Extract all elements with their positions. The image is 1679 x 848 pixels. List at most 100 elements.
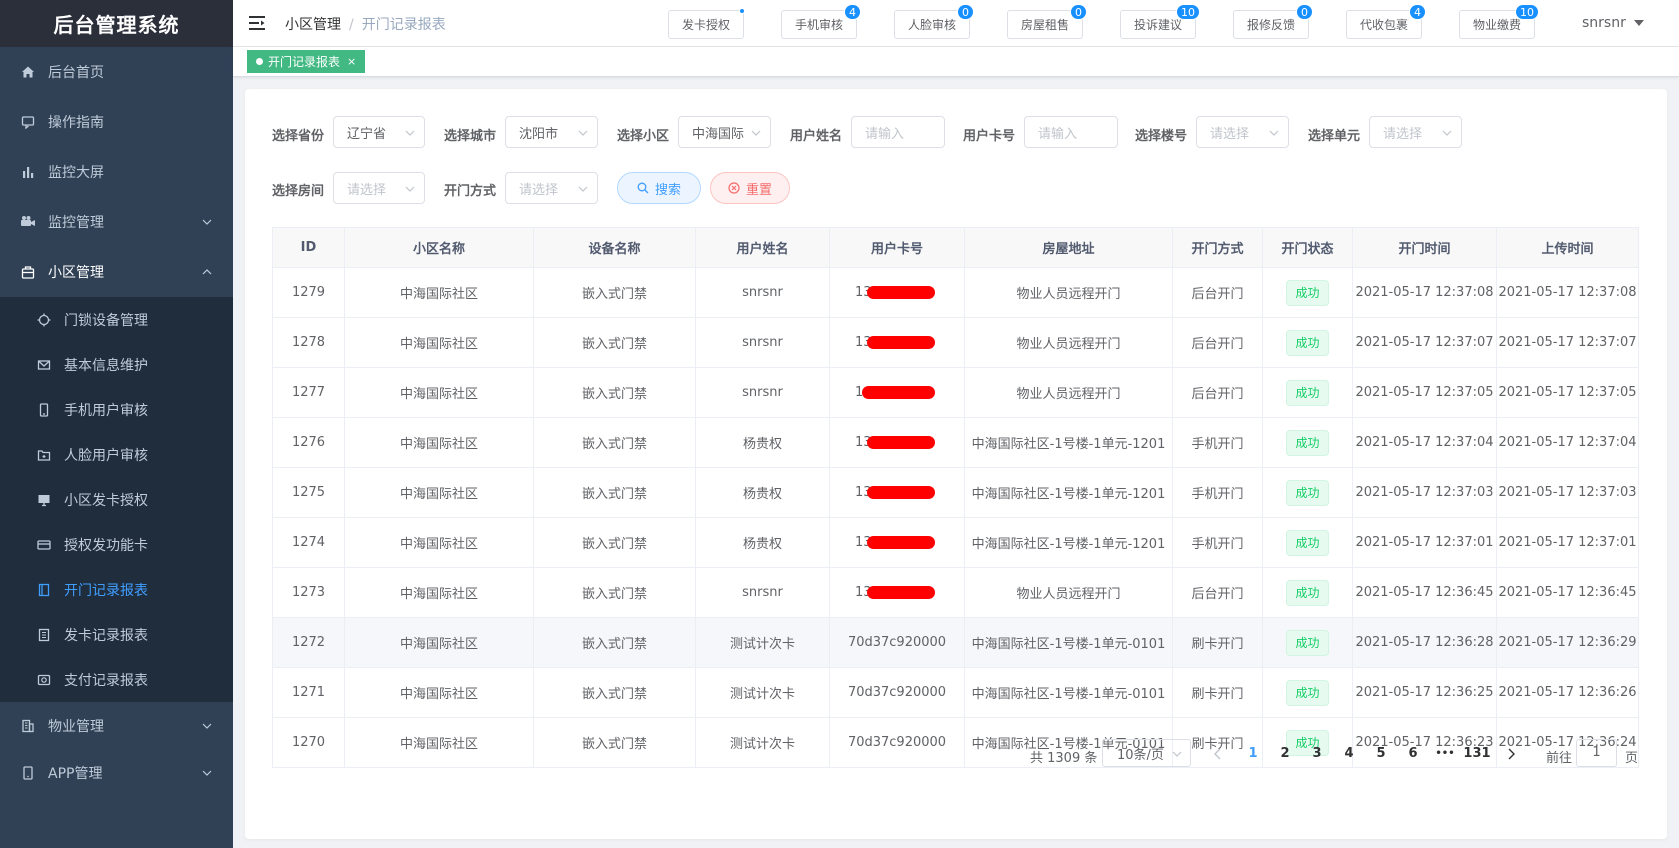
table-row[interactable]: 1276 中海国际社区 嵌入式门禁 杨贵权 13 中海国际社区-1号楼-1单元-… (272, 417, 1639, 468)
sidebar-subitem-function-card[interactable]: 授权发功能卡 (0, 522, 233, 567)
cell-address: 物业人员远程开门 (964, 567, 1173, 618)
more-pages-ellipsis[interactable]: ••• (1431, 748, 1459, 759)
property-fee-button[interactable]: 物业缴费 10 (1459, 4, 1539, 39)
page-number[interactable]: 6 (1399, 746, 1427, 761)
sidebar-subitem-basic-info[interactable]: 基本信息维护 (0, 342, 233, 387)
cell-card: 13 (829, 317, 965, 368)
column-header[interactable]: 开门时间 (1352, 227, 1497, 268)
page-number[interactable]: 3 (1303, 746, 1331, 761)
button-label: 代收包裹 (1359, 18, 1408, 32)
guide-icon (20, 114, 36, 130)
sidebar-subitem-label: 基本信息维护 (64, 357, 148, 374)
card-icon (36, 537, 52, 553)
repair-feedback-button[interactable]: 报修反馈 0 (1233, 4, 1313, 39)
cell-card: 70d37c920000 (829, 617, 965, 668)
user-menu[interactable]: snrsnr (1582, 15, 1644, 31)
sidebar-item-property[interactable]: 物业管理 (0, 702, 233, 749)
phone-review-button[interactable]: 手机审核 4 (781, 4, 861, 39)
card-number-input[interactable]: 请输入 (1024, 116, 1118, 148)
card-auth-button[interactable]: 发卡授权 (668, 8, 745, 39)
column-header[interactable]: 上传时间 (1496, 227, 1639, 268)
community-label: 选择小区 (617, 129, 670, 144)
page-size-select[interactable]: 10条/页 (1102, 739, 1191, 767)
sidebar-item-community[interactable]: 小区管理 (0, 247, 233, 297)
username-input[interactable]: 请输入 (851, 116, 945, 148)
sidebar-subitem-open-records[interactable]: 开门记录报表 (0, 567, 233, 612)
sidebar-subitem-label: 门锁设备管理 (64, 312, 148, 329)
column-header[interactable]: 用户姓名 (695, 227, 830, 268)
unit-select[interactable]: 请选择 (1369, 116, 1462, 148)
house-rental-button[interactable]: 房屋租售 0 (1007, 4, 1087, 39)
community-select[interactable]: 中海国际 (678, 116, 771, 148)
room-select[interactable]: 请选择 (333, 172, 425, 204)
sidebar-item-label: 后台首页 (48, 65, 104, 81)
table-row[interactable]: 1274 中海国际社区 嵌入式门禁 杨贵权 13 中海国际社区-1号楼-1单元-… (272, 517, 1639, 568)
sidebar-subitem-card-auth[interactable]: 小区发卡授权 (0, 477, 233, 522)
sidebar-subitem-lock-devices[interactable]: 门锁设备管理 (0, 297, 233, 342)
button-label: 投诉建议 (1133, 18, 1182, 32)
cell-status: 成功 (1262, 617, 1353, 668)
cell-community: 中海国际社区 (344, 567, 534, 618)
room-label: 选择房间 (272, 184, 325, 199)
sidebar-subitem-label: 人脸用户审核 (64, 447, 148, 464)
next-page-icon[interactable] (1506, 748, 1516, 760)
sidebar-subitem-card-records[interactable]: 发卡记录报表 (0, 612, 233, 657)
hamburger-icon[interactable] (248, 14, 266, 32)
column-header[interactable]: 小区名称 (344, 227, 534, 268)
redaction-mark (867, 336, 935, 349)
close-icon[interactable]: × (347, 55, 356, 68)
open-method-select[interactable]: 请选择 (505, 172, 598, 204)
redaction-mark (867, 536, 935, 549)
cell-status: 成功 (1262, 317, 1353, 368)
province-select[interactable]: 辽宁省 (333, 116, 425, 148)
table-row[interactable]: 1273 中海国际社区 嵌入式门禁 snrsnr 13 物业人员远程开门 后台开… (272, 567, 1639, 618)
column-header[interactable]: 设备名称 (533, 227, 696, 268)
column-header[interactable]: 开门状态 (1262, 227, 1353, 268)
column-header[interactable]: 开门方式 (1172, 227, 1263, 268)
unit-label: 选择单元 (1308, 129, 1361, 144)
parcel-button[interactable]: 代收包裹 4 (1346, 4, 1426, 39)
complaint-button[interactable]: 投诉建议 10 (1120, 4, 1200, 39)
building-icon (20, 264, 36, 280)
table-row[interactable]: 1275 中海国际社区 嵌入式门禁 杨贵权 13 中海国际社区-1号楼-1单元-… (272, 467, 1639, 518)
page-number[interactable]: 131 (1463, 746, 1491, 761)
city-select[interactable]: 沈阳市 (505, 116, 598, 148)
table-row[interactable]: 1272 中海国际社区 嵌入式门禁 测试计次卡 70d37c920000 中海国… (272, 617, 1639, 668)
sidebar-subitem-label: 支付记录报表 (64, 672, 148, 689)
sidebar-item-monitor-manage[interactable]: 监控管理 (0, 197, 233, 247)
tag-open-records[interactable]: 开门记录报表 × (247, 50, 366, 73)
sidebar-item-guide[interactable]: 操作指南 (0, 97, 233, 147)
reset-button[interactable]: 重置 (710, 172, 790, 204)
sidebar-subitem-face-review[interactable]: 人脸用户审核 (0, 432, 233, 477)
sidebar-subitem-phone-review[interactable]: 手机用户审核 (0, 387, 233, 432)
sidebar-subitem-payment-records[interactable]: 支付记录报表 (0, 657, 233, 702)
cell-community: 中海国际社区 (344, 367, 534, 418)
table-row[interactable]: 1278 中海国际社区 嵌入式门禁 snrsnr 13 物业人员远程开门 后台开… (272, 317, 1639, 368)
sidebar-item-home[interactable]: 后台首页 (0, 47, 233, 97)
face-review-button[interactable]: 人脸审核 0 (894, 4, 974, 39)
table-row[interactable]: 1271 中海国际社区 嵌入式门禁 测试计次卡 70d37c920000 中海国… (272, 667, 1639, 718)
page-number[interactable]: 5 (1367, 746, 1395, 761)
select-placeholder: 请选择 (1210, 126, 1250, 142)
column-header[interactable]: ID (272, 227, 345, 268)
prev-page-icon[interactable] (1213, 748, 1223, 760)
cell-community: 中海国际社区 (344, 467, 534, 518)
sidebar-item-label: APP管理 (48, 765, 103, 782)
cell-card: 13 (829, 417, 965, 468)
page-number[interactable]: 1 (1239, 746, 1267, 761)
page-number[interactable]: 4 (1335, 746, 1363, 761)
sidebar-item-app[interactable]: APP管理 (0, 749, 233, 796)
breadcrumb-item[interactable]: 小区管理 (285, 17, 341, 33)
column-header[interactable]: 房屋地址 (964, 227, 1173, 268)
table-row[interactable]: 1277 中海国际社区 嵌入式门禁 snrsnr 1 物业人员远程开门 后台开门… (272, 367, 1639, 418)
table-row[interactable]: 1279 中海国际社区 嵌入式门禁 snrsnr 13 物业人员远程开门 后台开… (272, 267, 1639, 318)
building-select[interactable]: 请选择 (1196, 116, 1289, 148)
sidebar: 后台管理系统 后台首页 操作指南 监控大屏 监控管理 小区管理 门锁设备管理 基… (0, 0, 233, 848)
search-button[interactable]: 搜索 (617, 172, 701, 204)
page-number[interactable]: 2 (1271, 746, 1299, 761)
column-header[interactable]: 用户卡号 (829, 227, 965, 268)
button-label: 发卡授权 (681, 18, 730, 32)
records-table: ID 小区名称 设备名称 用户姓名 用户卡号 房屋地址 开门方式 开门状态 开门… (272, 227, 1639, 768)
goto-page-input[interactable]: 1 (1576, 739, 1617, 767)
sidebar-item-monitor-screen[interactable]: 监控大屏 (0, 147, 233, 197)
